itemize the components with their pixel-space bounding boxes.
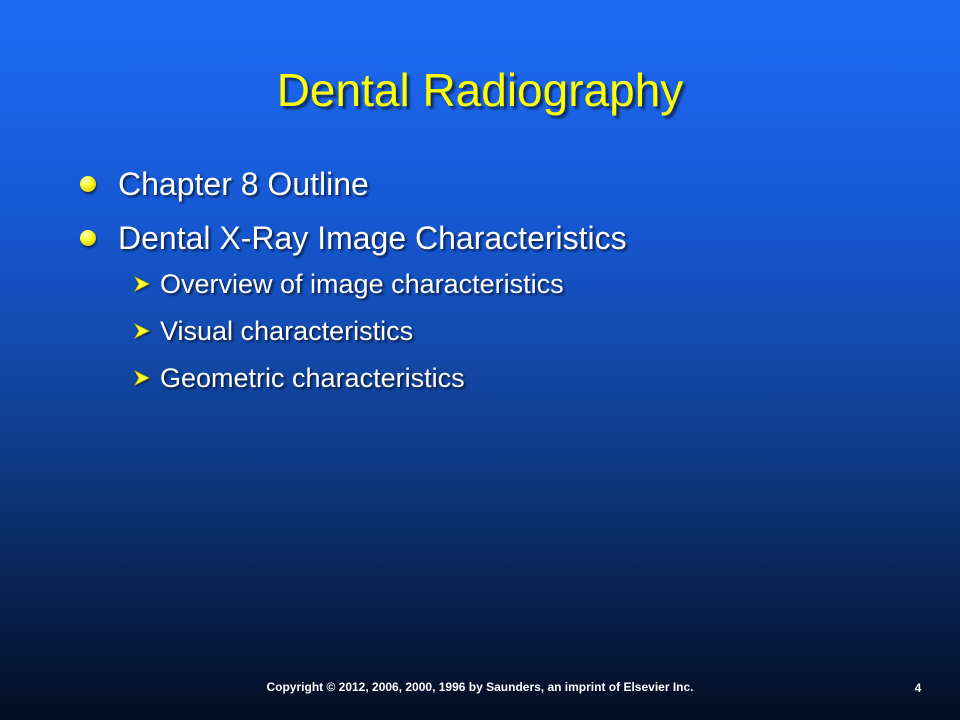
- arrow-bullet-icon: [133, 276, 150, 292]
- subbullet-text: Visual characteristics: [160, 316, 414, 346]
- bullet-dot-icon: [80, 230, 96, 246]
- bullet-text: Chapter 8 Outline: [118, 166, 369, 202]
- arrow-bullet-icon: [133, 370, 150, 386]
- slide: Dental Radiography Chapter 8 Outline Den…: [0, 0, 960, 720]
- subbullet-text: Overview of image characteristics: [160, 269, 564, 299]
- arrow-bullet-icon: [133, 323, 150, 339]
- subbullet-item-geometric: Geometric characteristics: [133, 360, 465, 396]
- subbullet-item-overview: Overview of image characteristics: [133, 266, 564, 302]
- slide-title: Dental Radiography: [276, 64, 684, 116]
- bullet-text: Dental X-Ray Image Characteristics: [118, 220, 627, 256]
- subbullet-text: Geometric characteristics: [160, 363, 465, 393]
- page-number: 4: [914, 681, 922, 695]
- bullet-item-chapter-outline: Chapter 8 Outline: [80, 162, 369, 206]
- copyright-footer: Copyright © 2012, 2006, 2000, 1996 by Sa…: [266, 680, 694, 694]
- subbullet-item-visual: Visual characteristics: [133, 313, 413, 349]
- bullet-dot-icon: [80, 176, 96, 192]
- bullet-item-image-characteristics: Dental X-Ray Image Characteristics: [80, 216, 627, 260]
